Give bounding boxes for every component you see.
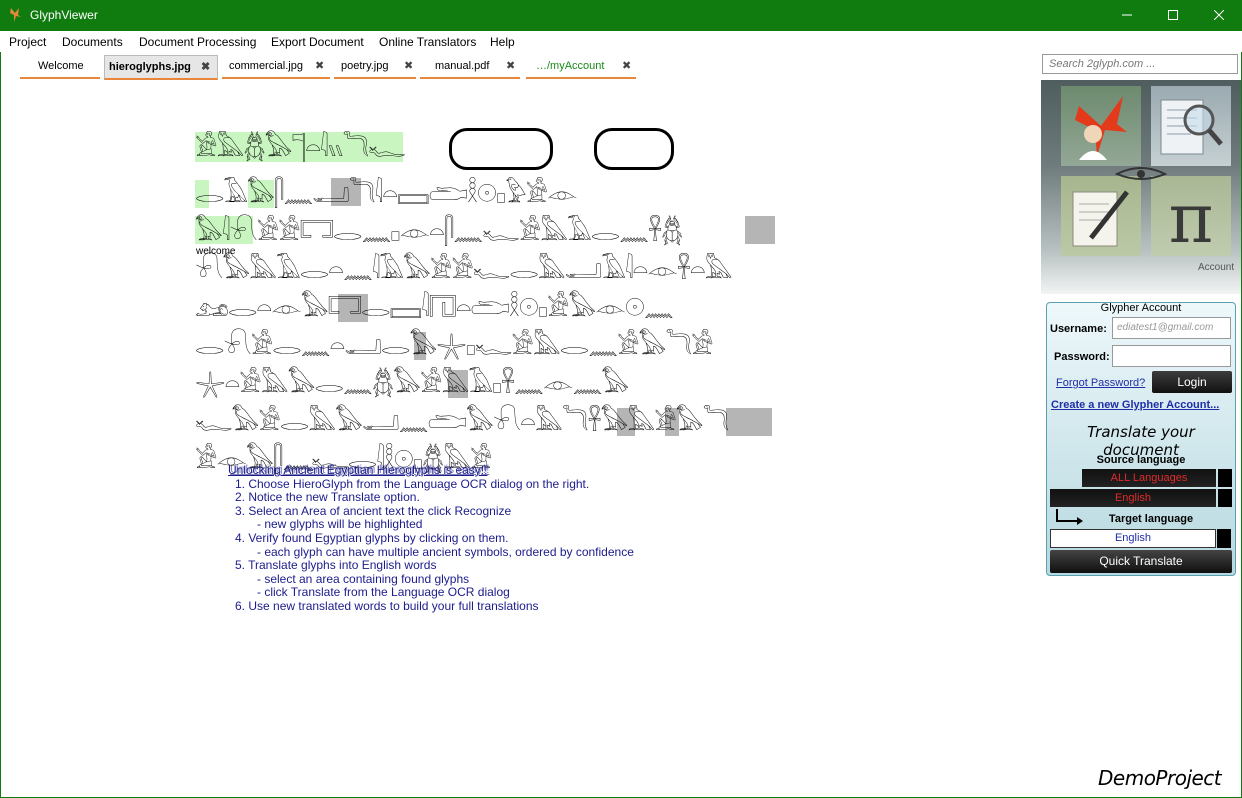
tab-manual[interactable]: manual.pdf ✖ xyxy=(420,55,520,79)
tab-hieroglyphs[interactable]: hieroglyphs.jpg ✖ xyxy=(104,55,218,80)
glyph-row: 𓍯𓅃𓅓𓄿𓂋𓏏𓈖𓇋𓄿𓅃𓀀𓀀𓆑𓂋𓅓𓂝𓄿𓇋𓏏𓁹𓋹𓏏𓅓 xyxy=(195,255,733,284)
glyph-row: 𓆑𓅃𓀀𓂋𓅓𓅃𓂝𓈖𓂧𓅃𓍯𓏏𓅓𓆓𓋹𓅃𓅓𓀀𓅃𓆓 xyxy=(195,407,729,436)
glyph-row: 𓃭𓂋𓏏𓁹𓅃𓉐𓂋𓈙𓇋𓉔𓏏𓂧𓎛𓇳𓊪𓀀𓅃𓁹𓇳𓈖 xyxy=(195,293,674,322)
document-tabs: Welcome hieroglyphs.jpg ✖ commercial.jpg… xyxy=(0,53,1040,80)
dropdown-arrow-icon xyxy=(1217,529,1231,548)
glyph-row: 𓇼𓏏𓀀𓅓𓅃𓂋𓈖𓆣𓅃𓀀𓅓𓄿𓊪𓋹𓈖𓁹𓈖𓅃 xyxy=(195,369,629,398)
minimize-icon xyxy=(1122,14,1132,16)
login-button[interactable]: Login xyxy=(1152,371,1232,393)
menu-export-document[interactable]: Export Document xyxy=(271,35,364,49)
instruction-subline: - click Translate from the Language OCR … xyxy=(257,585,510,600)
menu-documents[interactable]: Documents xyxy=(62,35,123,49)
tab-my-account[interactable]: …/myAccount ✖ xyxy=(526,55,636,79)
menu-bar: Project Documents Document Processing Ex… xyxy=(0,31,1242,52)
quick-translate-button[interactable]: Quick Translate xyxy=(1050,550,1232,573)
instruction-line: 5. Translate glyphs into English words xyxy=(235,558,437,573)
close-window-button[interactable] xyxy=(1196,0,1242,31)
pi-icon: π xyxy=(1169,180,1214,259)
source-language-select[interactable]: ALL Languages xyxy=(1082,469,1232,487)
forgot-password-link[interactable]: Forgot Password? xyxy=(1056,377,1145,389)
source-language-option[interactable]: English xyxy=(1050,489,1232,507)
menu-project[interactable]: Project xyxy=(9,35,46,49)
glyph-selected[interactable] xyxy=(745,216,775,244)
close-tab-icon[interactable]: ✖ xyxy=(315,55,324,77)
close-icon xyxy=(1213,9,1225,21)
image-caption: welcome xyxy=(196,246,236,257)
cartouche xyxy=(594,128,674,170)
dropdown-arrow-icon xyxy=(1218,469,1232,487)
password-label: Password: xyxy=(1054,351,1110,363)
instructions-heading: Unlocking Ancient Egyptian Hieroglyphs i… xyxy=(228,462,634,478)
search-input[interactable]: Search 2glyph.com ... xyxy=(1042,54,1238,74)
close-tab-icon[interactable]: ✖ xyxy=(506,55,515,77)
glyph-row: 𓅃𓇋𓍯𓀀𓀀𓉐𓂋𓈖𓊪𓁹𓏏𓋴𓈖𓆑𓀀𓅓𓄿𓂋𓈖𓋹𓆣 xyxy=(195,217,683,246)
create-account-link[interactable]: Create a new Glypher Account... xyxy=(1051,399,1219,411)
cartouche xyxy=(449,128,553,170)
menu-online-translators[interactable]: Online Translators xyxy=(379,35,476,49)
logo-tile[interactable] xyxy=(1061,86,1141,166)
instructions: Unlocking Ancient Egyptian Hieroglyphs i… xyxy=(228,462,634,614)
magnifier-document-icon xyxy=(1160,99,1223,155)
instruction-subline: - each glyph can have multiple ancient s… xyxy=(257,544,634,559)
instruction-line: 4. Verify found Egyptian glyphs by click… xyxy=(235,530,509,545)
dropdown-arrow-icon xyxy=(1218,489,1232,507)
target-option-english: English xyxy=(1114,532,1152,544)
source-option-all: ALL Languages xyxy=(1110,472,1188,484)
tab-label: poetry.jpg xyxy=(341,60,389,72)
instruction-subline: - new glyphs will be highlighted xyxy=(257,517,423,532)
tab-poetry[interactable]: poetry.jpg ✖ xyxy=(334,55,416,79)
target-language-select[interactable]: English xyxy=(1050,529,1231,548)
pencil-document-icon xyxy=(1072,190,1129,247)
instruction-line: 3. Select an Area of ancient text the cl… xyxy=(235,503,512,518)
glyph-row: 𓀀𓅓𓆣𓅃𓊹𓏏𓇋𓏭𓆓𓆑 xyxy=(195,133,406,162)
window-title: GlyphViewer xyxy=(30,8,98,22)
pi-tile[interactable]: π xyxy=(1151,176,1231,259)
account-label: Account xyxy=(1198,262,1235,273)
username-label: Username: xyxy=(1050,323,1107,335)
instructions-heading-shadow: Unlocking Ancient Egyptian Hieroglyphs i… xyxy=(230,462,490,476)
tab-label: Welcome xyxy=(38,60,84,72)
app-logo-icon xyxy=(10,8,21,22)
maximize-icon xyxy=(1168,10,1178,20)
close-tab-icon[interactable]: ✖ xyxy=(622,55,631,77)
title-bar: GlyphViewer xyxy=(0,0,1242,31)
close-tab-icon[interactable]: ✖ xyxy=(404,55,413,77)
close-tab-icon[interactable]: ✖ xyxy=(201,56,210,78)
tab-label: manual.pdf xyxy=(435,60,490,72)
minimize-button[interactable] xyxy=(1104,0,1150,31)
menu-help[interactable]: Help xyxy=(490,35,515,49)
instruction-line: 2. Notice the new Translate option. xyxy=(235,490,420,505)
password-field[interactable] xyxy=(1112,345,1231,367)
maximize-button[interactable] xyxy=(1150,0,1196,31)
source-language-label: Source language xyxy=(1096,454,1186,466)
glyph-row: 𓂋𓄿𓅃𓋴𓈖𓂝𓆓𓇋𓏏𓈙𓂧𓎛𓇳𓊪𓅱𓀀𓁹 xyxy=(195,179,578,208)
user-logo-icon xyxy=(1075,96,1127,160)
tab-label: commercial.jpg xyxy=(229,60,303,72)
svg-text:π: π xyxy=(1169,180,1214,256)
instruction-line: 6. Use new translated words to build you… xyxy=(235,598,539,613)
tab-commercial[interactable]: commercial.jpg ✖ xyxy=(222,55,330,79)
tab-label: hieroglyphs.jpg xyxy=(109,61,191,73)
target-language-label: Target language xyxy=(1108,513,1194,525)
source-option-english: English xyxy=(1114,492,1152,504)
search-document-tile[interactable] xyxy=(1151,86,1231,166)
tab-label: …/myAccount xyxy=(536,60,605,72)
username-field[interactable]: ediatest1@gmail.com xyxy=(1112,317,1231,339)
edit-document-tile[interactable] xyxy=(1061,176,1141,256)
eye-of-horus-icon xyxy=(1115,167,1167,180)
glyph-selected[interactable] xyxy=(726,408,772,436)
tab-welcome[interactable]: Welcome xyxy=(20,55,100,79)
account-panel-heading: Glypher Account xyxy=(1100,302,1182,314)
project-name: DemoProject xyxy=(1098,766,1222,790)
menu-document-processing[interactable]: Document Processing xyxy=(139,35,256,49)
instruction-line: 1. Choose HieroGlyph from the Language O… xyxy=(235,476,590,491)
glyph-row: 𓂋𓍯𓀀𓂋𓈖𓏏𓂝𓂋𓅃𓇼𓊪𓆑𓀀𓅓𓂋𓈖𓀀𓅃𓆓𓀀 xyxy=(195,331,714,360)
glypher-account-panel: Glypher Account Username: ediatest1@gmai… xyxy=(1046,302,1236,576)
instruction-subline: - select an area containing found glyphs xyxy=(257,571,470,586)
